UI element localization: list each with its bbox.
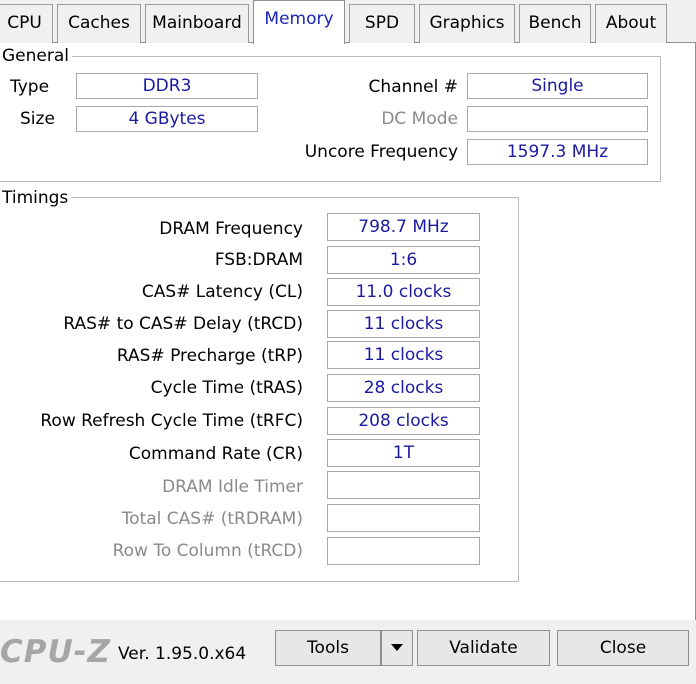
tools-button[interactable]: Tools (275, 630, 381, 666)
dcmode-field (467, 106, 648, 132)
cpuz-logo: CPU-Z (0, 634, 111, 670)
row-to-column-field (327, 537, 480, 565)
dram-idle-timer-label: DRAM Idle Timer (162, 477, 303, 497)
size-label: Size (20, 109, 55, 129)
tab-mainboard[interactable]: Mainboard (145, 4, 249, 43)
tab-about[interactable]: About (595, 4, 667, 43)
ras-to-cas-field: 11 clocks (327, 310, 480, 338)
cas-latency-label: CAS# Latency (CL) (141, 282, 303, 302)
dram-frequency-field: 798.7 MHz (327, 213, 480, 241)
tab-memory[interactable]: Memory (253, 0, 345, 44)
memory-panel: General Type DDR3 Size 4 GBytes Channel … (0, 43, 696, 620)
ras-precharge-field: 11 clocks (327, 341, 480, 369)
dram-idle-timer-field (327, 471, 480, 499)
channel-label: Channel # (368, 77, 458, 97)
uncore-frequency-label: Uncore Frequency (304, 142, 458, 162)
tab-caches[interactable]: Caches (57, 4, 141, 43)
cas-latency-field: 11.0 clocks (327, 278, 480, 306)
fsb-dram-field: 1:6 (327, 246, 480, 274)
cycle-time-field: 28 clocks (327, 374, 480, 402)
total-cas-field (327, 504, 480, 532)
general-group-title: General (0, 46, 72, 66)
row-to-column-label: Row To Column (tRCD) (112, 541, 303, 561)
total-cas-label: Total CAS# (tRDRAM) (121, 509, 303, 529)
version-label: Ver. 1.95.0.x64 (118, 644, 247, 664)
tab-graphics[interactable]: Graphics (419, 4, 515, 43)
close-button[interactable]: Close (557, 630, 689, 666)
ras-to-cas-label: RAS# to CAS# Delay (tRCD) (63, 314, 303, 334)
channel-field: Single (467, 73, 648, 99)
tab-spd[interactable]: SPD (349, 4, 415, 43)
chevron-down-icon (391, 643, 403, 651)
fsb-dram-label: FSB:DRAM (214, 250, 303, 270)
dram-frequency-label: DRAM Frequency (159, 219, 303, 239)
ras-precharge-label: RAS# Precharge (tRP) (116, 346, 303, 366)
type-label: Type (10, 77, 50, 97)
command-rate-field: 1T (327, 439, 480, 467)
tools-dropdown-button[interactable] (381, 630, 413, 666)
tab-bench[interactable]: Bench (519, 4, 591, 43)
size-field: 4 GBytes (76, 106, 258, 132)
type-field: DDR3 (76, 73, 258, 99)
cycle-time-label: Cycle Time (tRAS) (150, 378, 303, 398)
command-rate-label: Command Rate (CR) (128, 444, 303, 464)
tab-cpu[interactable]: CPU (0, 4, 53, 43)
timings-group-title: Timings (0, 188, 72, 208)
row-refresh-cycle-field: 208 clocks (327, 407, 480, 435)
dcmode-label: DC Mode (381, 109, 458, 129)
row-refresh-cycle-label: Row Refresh Cycle Time (tRFC) (40, 411, 303, 431)
uncore-frequency-field: 1597.3 MHz (467, 139, 648, 165)
validate-button[interactable]: Validate (417, 630, 550, 666)
